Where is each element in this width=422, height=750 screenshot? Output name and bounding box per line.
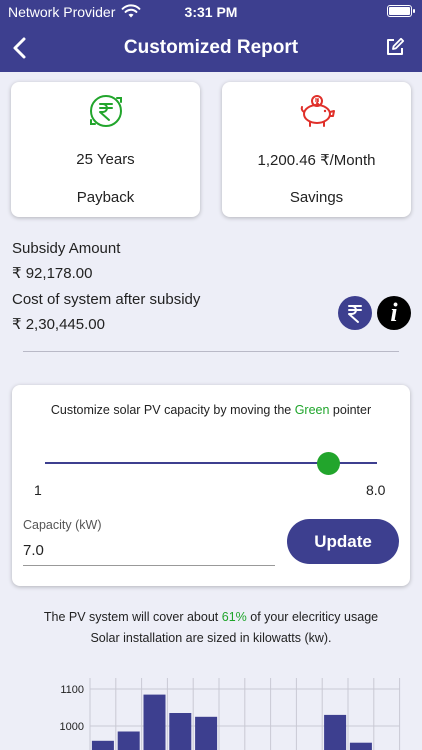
page-title: Customized Report xyxy=(123,37,299,58)
payback-card: 25 Years Payback xyxy=(11,82,200,217)
status-bar: Network Provider 3:31 PM xyxy=(0,0,422,24)
slider-min-label: 1 xyxy=(34,482,42,498)
cost-after-subsidy-label: Cost of system after subsidy xyxy=(12,291,201,308)
status-time: 3:31 PM xyxy=(184,4,238,20)
update-button[interactable]: Update xyxy=(287,519,399,564)
slider-max-label: 8.0 xyxy=(366,482,386,498)
chart-bar xyxy=(169,713,192,750)
coverage-percent: 61% xyxy=(221,610,247,624)
capacity-card: Customize solar PV capacity by moving th… xyxy=(12,385,410,586)
subsidy-amount-label: Subsidy Amount xyxy=(12,240,121,257)
capacity-field-label: Capacity (kW) xyxy=(23,518,102,532)
coverage-suffix: of your elecriticy usage xyxy=(246,610,379,624)
piggy-bank-icon xyxy=(300,95,335,127)
info-button[interactable]: i xyxy=(377,296,411,330)
rupee-button[interactable] xyxy=(338,296,372,330)
chart-bar xyxy=(349,742,372,750)
instruction-suffix: pointer xyxy=(329,403,372,417)
coverage-prefix: The PV system will cover about xyxy=(43,610,222,624)
battery-icon xyxy=(387,5,415,17)
payback-value: 25 Years xyxy=(76,151,135,168)
savings-value: 1,200.46 ₹/Month xyxy=(257,152,376,169)
chart-bar xyxy=(195,716,218,750)
usage-bar-chart: 1000 1100 xyxy=(60,678,401,750)
instruction-prefix: Customize solar PV capacity by moving th… xyxy=(50,403,295,417)
chart-bar xyxy=(117,731,140,750)
chart-bar xyxy=(91,740,114,750)
chart-bar xyxy=(324,714,347,750)
payback-label: Payback xyxy=(76,189,135,206)
capacity-instruction: Customize solar PV capacity by moving th… xyxy=(12,403,410,417)
section-divider xyxy=(23,351,399,352)
cost-after-subsidy-value: ₹ 2,30,445.00 xyxy=(12,316,105,333)
subsidy-amount-value: ₹ 92,178.00 xyxy=(12,265,93,282)
capacity-input[interactable] xyxy=(23,536,275,566)
coverage-note: The PV system will cover about 61% of yo… xyxy=(0,610,422,624)
chart-bar xyxy=(143,694,166,750)
sizing-note: Solar installation are sized in kilowatt… xyxy=(90,631,332,645)
savings-card: 1,200.46 ₹/Month Savings xyxy=(222,82,411,217)
app-header: Network Provider 3:31 PM Customized Repo… xyxy=(0,0,422,72)
y-tick-label: 1100 xyxy=(60,684,84,696)
rupee-cycle-icon xyxy=(89,95,122,127)
instruction-highlight: Green xyxy=(294,403,330,417)
edit-icon[interactable] xyxy=(385,37,405,57)
y-tick-label: 1000 xyxy=(60,721,84,733)
capacity-slider-thumb[interactable] xyxy=(317,452,340,475)
savings-label: Savings xyxy=(289,189,344,206)
